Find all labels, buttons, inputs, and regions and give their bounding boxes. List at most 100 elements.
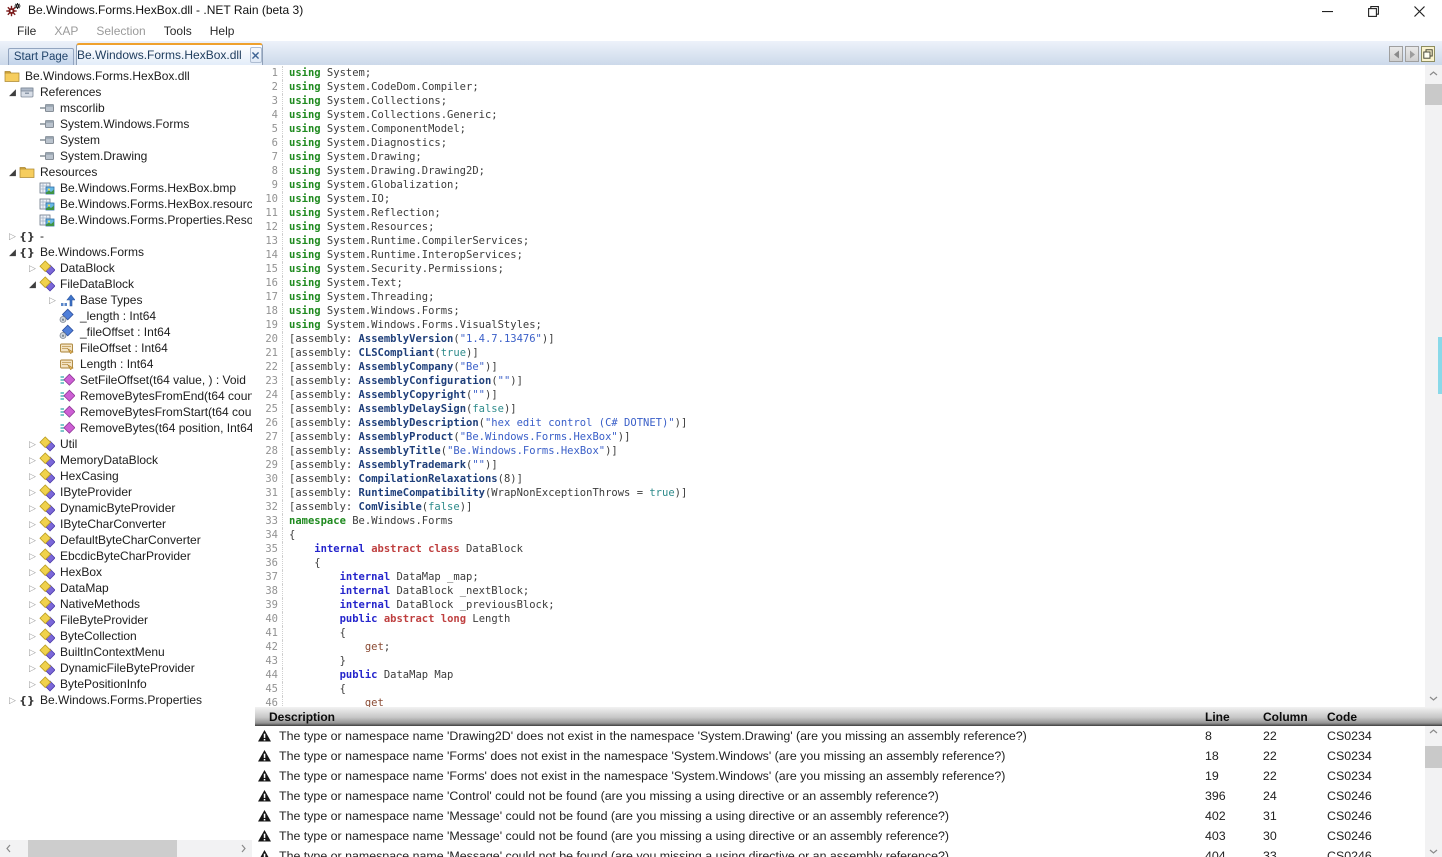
hscroll-right-arrow-icon[interactable] <box>235 840 252 857</box>
vscroll-down-arrow-icon[interactable] <box>1425 690 1442 707</box>
tree-item[interactable]: Be.Windows.Forms.HexBox.dll <box>0 68 252 84</box>
tree-item[interactable]: ▷ Util <box>0 436 252 452</box>
expander-closed-icon[interactable]: ▷ <box>46 292 59 308</box>
code-line[interactable]: 3 using System.Collections; <box>257 94 1425 108</box>
menu-item-xap[interactable]: XAP <box>45 22 87 40</box>
expander-closed-icon[interactable]: ▷ <box>26 516 39 532</box>
code-line[interactable]: 12 using System.Resources; <box>257 220 1425 234</box>
code-line[interactable]: 22 [assembly: AssemblyCompany("Be")] <box>257 360 1425 374</box>
code-line[interactable]: 40 public abstract long Length <box>257 612 1425 626</box>
code-line[interactable]: 42 get; <box>257 640 1425 654</box>
tree-item[interactable]: ▷ BuiltInContextMenu <box>0 644 252 660</box>
tree-item[interactable]: RemoveBytes(t64 position, Int64 <box>0 420 252 436</box>
code-line[interactable]: 34 { <box>257 528 1425 542</box>
expander-closed-icon[interactable]: ▷ <box>26 548 39 564</box>
code-line[interactable]: 20 [assembly: AssemblyVersion("1.4.7.1347… <box>257 332 1425 346</box>
tree-item[interactable]: ▷ FileByteProvider <box>0 612 252 628</box>
error-row[interactable]: The type or namespace name 'Forms' does … <box>255 746 1442 766</box>
tree-item[interactable]: _fileOffset : Int64 <box>0 324 252 340</box>
expander-closed-icon[interactable]: ▷ <box>26 564 39 580</box>
tree-view[interactable]: Be.Windows.Forms.HexBox.dll ◢ References ms… <box>0 65 252 840</box>
expander-open-icon[interactable]: ◢ <box>6 244 19 260</box>
code-line[interactable]: 38 internal DataBlock _nextBlock; <box>257 584 1425 598</box>
expander-closed-icon[interactable]: ▷ <box>26 484 39 500</box>
code-line[interactable]: 16 using System.Text; <box>257 276 1425 290</box>
code-line[interactable]: 6 using System.Diagnostics; <box>257 136 1425 150</box>
expander-closed-icon[interactable]: ▷ <box>26 436 39 452</box>
tree-item[interactable]: Be.Windows.Forms.HexBox.resource <box>0 196 252 212</box>
errscroll-thumb[interactable] <box>1425 746 1442 768</box>
code-line[interactable]: 19 using System.Windows.Forms.VisualStyle… <box>257 318 1425 332</box>
minimize-button[interactable] <box>1304 0 1350 22</box>
menu-item-file[interactable]: File <box>8 22 45 40</box>
code-line[interactable]: 27 [assembly: AssemblyProduct("Be.Windows… <box>257 430 1425 444</box>
tree-item[interactable]: RemoveBytesFromStart(t64 cour <box>0 404 252 420</box>
tree-item[interactable]: ▷ MemoryDataBlock <box>0 452 252 468</box>
tab-close-icon[interactable] <box>249 47 262 63</box>
code-line[interactable]: 30 [assembly: CompilationRelaxations(8)] <box>257 472 1425 486</box>
vscroll-up-arrow-icon[interactable] <box>1425 65 1442 82</box>
error-row[interactable]: The type or namespace name 'Control' cou… <box>255 786 1442 806</box>
code-line[interactable]: 39 internal DataBlock _previousBlock; <box>257 598 1425 612</box>
code-line[interactable]: 35 internal abstract class DataBlock <box>257 542 1425 556</box>
tree-item[interactable]: ▷ DataBlock <box>0 260 252 276</box>
hscroll-left-arrow-icon[interactable] <box>0 840 17 857</box>
tree-item[interactable]: ▷ NativeMethods <box>0 596 252 612</box>
tree-item[interactable]: ▷ HexBox <box>0 564 252 580</box>
error-vscrollbar[interactable] <box>1425 726 1442 857</box>
expander-open-icon[interactable]: ◢ <box>6 84 19 100</box>
column-header-description[interactable]: Description <box>255 710 1205 724</box>
code-line[interactable]: 17 using System.Threading; <box>257 290 1425 304</box>
column-header-line[interactable]: Line <box>1205 710 1263 724</box>
tab-active-document[interactable]: Be.Windows.Forms.HexBox.dll <box>76 43 263 65</box>
code-line[interactable]: 45 { <box>257 682 1425 696</box>
code-line[interactable]: 23 [assembly: AssemblyConfiguration("")] <box>257 374 1425 388</box>
expander-closed-icon[interactable]: ▷ <box>26 612 39 628</box>
window-list-button[interactable] <box>1421 46 1435 62</box>
code-line[interactable]: 37 internal DataMap _map; <box>257 570 1425 584</box>
code-line[interactable]: 18 using System.Windows.Forms; <box>257 304 1425 318</box>
restore-button[interactable] <box>1350 0 1396 22</box>
vscroll-thumb[interactable] <box>1425 84 1442 105</box>
code-line[interactable]: 43 } <box>257 654 1425 668</box>
nav-forward-button[interactable] <box>1405 46 1419 62</box>
code-line[interactable]: 24 [assembly: AssemblyCopyright("")] <box>257 388 1425 402</box>
errscroll-down-arrow-icon[interactable] <box>1425 849 1442 854</box>
expander-closed-icon[interactable]: ▷ <box>26 676 39 692</box>
tree-item[interactable]: ▷ HexCasing <box>0 468 252 484</box>
expander-open-icon[interactable]: ◢ <box>6 164 19 180</box>
tree-item[interactable]: _length : Int64 <box>0 308 252 324</box>
expander-closed-icon[interactable]: ▷ <box>26 580 39 596</box>
tree-item[interactable]: Be.Windows.Forms.Properties.Resou <box>0 212 252 228</box>
tree-item[interactable]: ▷ IByteCharConverter <box>0 516 252 532</box>
tree-item[interactable]: SetFileOffset(t64 value, ) : Void <box>0 372 252 388</box>
code-line[interactable]: 46 get <box>257 696 1425 707</box>
nav-back-button[interactable] <box>1389 46 1403 62</box>
code-line[interactable]: 21 [assembly: CLSCompliant(true)] <box>257 346 1425 360</box>
tree-item[interactable]: System.Drawing <box>0 148 252 164</box>
code-line[interactable]: 33 namespace Be.Windows.Forms <box>257 514 1425 528</box>
tree-item[interactable]: ◢ References <box>0 84 252 100</box>
code-line[interactable]: 1 using System; <box>257 66 1425 80</box>
tree-item[interactable]: ◢{} Be.Windows.Forms <box>0 244 252 260</box>
code-line[interactable]: 32 [assembly: ComVisible(false)] <box>257 500 1425 514</box>
code-line[interactable]: 5 using System.ComponentModel; <box>257 122 1425 136</box>
menu-item-selection[interactable]: Selection <box>87 22 154 40</box>
tree-item[interactable]: ▷ DefaultByteCharConverter <box>0 532 252 548</box>
hscroll-thumb[interactable] <box>28 840 177 857</box>
tree-item[interactable]: ▷ ByteCollection <box>0 628 252 644</box>
expander-closed-icon[interactable]: ▷ <box>26 660 39 676</box>
expander-closed-icon[interactable]: ▷ <box>6 692 19 708</box>
expander-closed-icon[interactable]: ▷ <box>26 628 39 644</box>
expander-closed-icon[interactable]: ▷ <box>26 260 39 276</box>
code-line[interactable]: 7 using System.Drawing; <box>257 150 1425 164</box>
code-line[interactable]: 44 public DataMap Map <box>257 668 1425 682</box>
tree-item[interactable]: ▷{} - <box>0 228 252 244</box>
expander-closed-icon[interactable]: ▷ <box>26 596 39 612</box>
code-line[interactable]: 4 using System.Collections.Generic; <box>257 108 1425 122</box>
code-view[interactable]: 1 using System; 2 using System.CodeDom.Comp… <box>257 65 1425 707</box>
expander-closed-icon[interactable]: ▷ <box>26 500 39 516</box>
tree-item[interactable]: ▷ DynamicFileByteProvider <box>0 660 252 676</box>
code-line[interactable]: 10 using System.IO; <box>257 192 1425 206</box>
code-line[interactable]: 9 using System.Globalization; <box>257 178 1425 192</box>
